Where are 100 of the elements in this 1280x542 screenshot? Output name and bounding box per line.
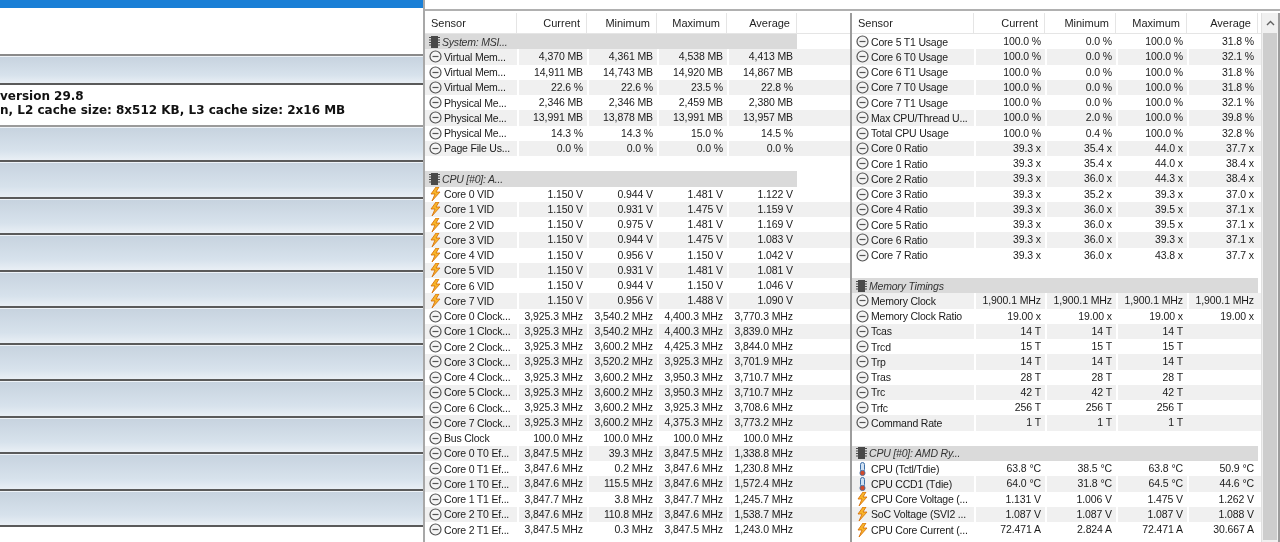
sensor-label: Core 7 Ratio [871,249,928,262]
lightning-icon [856,492,869,507]
info-text: n, L2 cache size: 8x512 KB, L3 cache size: 2x16 MB [0,103,347,117]
sensor-label: Virtual Mem... [444,66,506,79]
scroll-up-icon[interactable] [1265,20,1275,26]
column-header[interactable]: Sensor [425,13,517,33]
sensor-label: Core 4 Ratio [871,203,928,216]
sensor-label: CPU Core Voltage (... [871,493,968,506]
sensor-label: Physical Me... [444,111,507,124]
table-cell: 72.471 A [1116,522,1187,538]
sensor-label: Core 7 T0 Usage [871,81,948,94]
chip-icon [856,278,867,293]
sensor-label: Core 2 Ratio [871,172,928,185]
sensor-label: Core 6 Clock... [444,401,511,414]
sensor-label: Core 6 T0 Usage [871,50,948,63]
sensor-label: Core 5 Clock... [444,386,511,399]
sensor-label: Max CPU/Thread U... [871,111,968,124]
lightning-icon [429,248,442,263]
sensor-label: Trp [871,355,886,368]
group-label: CPU [#0]: A... [442,172,503,185]
sensor-label: Core 1 Ratio [871,157,928,170]
sensor-label: Core 0 VID [444,188,494,201]
group-header[interactable]: Memory Timings [852,278,1258,294]
column-header[interactable]: Sensor [852,13,974,33]
sensor-label: Core 5 Ratio [871,218,928,231]
sensor-label: Physical Me... [444,96,507,109]
sensor-label: Core 1 VID [444,203,494,216]
scrollbar-thumb[interactable] [1263,33,1277,540]
sensor-label: Core 6 Ratio [871,233,928,246]
sensor-label: Core 2 T0 Ef... [444,508,510,521]
sensor-label: Core 3 VID [444,233,494,246]
sensor-label: Page File Us... [444,142,510,155]
group-label: System: MSI... [442,35,508,48]
table-cell: 72.471 A [974,522,1045,538]
sensor-label: Tcas [871,325,892,338]
sensor-label: Core 5 VID [444,264,494,277]
column-header[interactable]: Minimum [587,13,657,33]
group-header[interactable]: System: MSI... [425,34,797,50]
chip-icon [429,34,440,49]
table-cell: 3,847.5 MHz [657,522,727,538]
sensor-label: Memory Clock [871,294,936,307]
lightning-icon [856,507,869,522]
lightning-icon [856,522,869,537]
thermometer-icon [856,476,869,491]
sensor-label: Core 0 T1 Ef... [444,462,510,475]
sensor-label: Core 2 T1 Ef... [444,523,510,536]
lightning-icon [429,232,442,247]
sensor-label: Trcd [871,340,891,353]
sensor-label: Trfc [871,401,888,414]
chip-icon [856,446,867,461]
sensor-label: CPU Core Current (... [871,523,968,536]
sensor-label: Core 6 VID [444,279,494,292]
table-cell: 1,243.0 MHz [727,522,797,538]
sensor-label: Virtual Mem... [444,50,506,63]
group-label: Memory Timings [869,279,944,292]
column-header[interactable]: Minimum [1045,13,1116,33]
lightning-icon [429,278,442,293]
sensor-label: Core 0 T0 Ef... [444,447,510,460]
sensor-label: Core 3 Ratio [871,188,928,201]
sensor-label: Core 2 VID [444,218,494,231]
column-header[interactable]: Current [517,13,587,33]
sensor-label: Core 6 T1 Usage [871,66,948,79]
chip-icon [429,171,440,186]
sensor-label: CPU (Tctl/Tdie) [871,462,940,475]
sensor-label: CPU CCD1 (Tdie) [871,477,952,490]
column-header[interactable]: Maximum [657,13,727,33]
column-header[interactable]: Maximum [1116,13,1187,33]
sensor-label: Core 1 T0 Ef... [444,477,510,490]
sensor-label: Core 3 Clock... [444,355,511,368]
sensor-label: Core 5 T1 Usage [871,35,948,48]
sensor-label: Core 1 T1 Ef... [444,493,510,506]
column-header[interactable]: Average [1187,13,1258,33]
table-cell: 3,847.5 MHz [517,522,587,538]
table-cell: 0.3 MHz [587,522,657,538]
lightning-icon [429,263,442,278]
sensor-label: Core 2 Clock... [444,340,511,353]
sensor-label: Bus Clock [444,432,490,445]
column-header[interactable]: Average [727,13,797,33]
lightning-icon [429,202,442,217]
lightning-icon [429,187,442,202]
sensor-label: Tras [871,371,891,384]
sensor-label: Core 1 Clock... [444,325,511,338]
column-header[interactable]: Current [974,13,1045,33]
sensor-label: Core 0 Ratio [871,142,928,155]
group-label: CPU [#0]: AMD Ry... [869,447,961,460]
group-header[interactable]: CPU [#0]: A... [425,171,797,187]
table-cell: 30.667 A [1187,522,1258,538]
lightning-icon [429,217,442,232]
sensor-label: Command Rate [871,416,943,429]
sensor-label: Trc [871,386,886,399]
sensor-label: Core 4 Clock... [444,371,511,384]
sensor-label: SoC Voltage (SVI2 ... [871,508,967,521]
sensor-label: Core 7 T1 Usage [871,96,948,109]
sensor-label: Core 0 Clock... [444,310,511,323]
sensor-label: Total CPU Usage [871,127,949,140]
sensor-label: Core 7 Clock... [444,416,511,429]
info-text: version 29.8 [0,89,85,103]
lightning-icon [429,293,442,308]
sensor-label: Memory Clock Ratio [871,310,962,323]
sensor-label: Core 7 VID [444,294,494,307]
